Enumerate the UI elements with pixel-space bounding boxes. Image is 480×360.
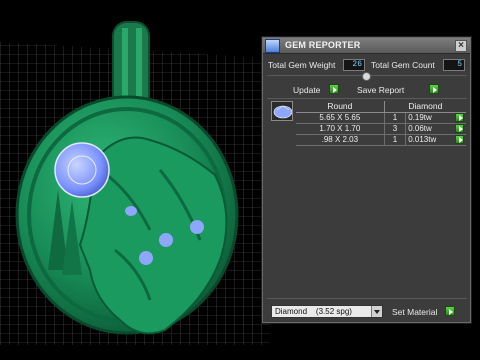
gem-size: .98 X 2.03 (296, 134, 385, 146)
total-gem-count-value: 5 (443, 59, 465, 71)
select-gem-button[interactable] (455, 123, 465, 133)
divider (267, 298, 467, 299)
gem-count: 3 (384, 123, 407, 135)
total-gem-weight-value: 26 (343, 59, 365, 71)
save-report-button[interactable] (429, 84, 439, 94)
gem-size: 5.65 X 5.65 (296, 112, 385, 124)
gem-reporter-panel: GEM REPORTER × Total Gem Weight 26 Total… (262, 37, 471, 323)
total-gem-weight-label: Total Gem Weight (268, 60, 336, 70)
panel-title: GEM REPORTER (285, 40, 361, 50)
select-gem-button[interactable] (455, 112, 465, 122)
column-header-shape: Round (296, 101, 385, 113)
update-button[interactable] (329, 84, 339, 94)
gem-thumbnail-icon (271, 101, 293, 121)
material-select[interactable]: Diamond (3.52 spg) (271, 305, 383, 318)
material-select-value: Diamond (3.52 spg) (275, 307, 352, 316)
divider (267, 98, 467, 99)
gem-count: 1 (384, 112, 407, 124)
total-gem-count-label: Total Gem Count (371, 60, 435, 70)
panel-titlebar[interactable]: GEM REPORTER × (263, 38, 470, 54)
set-material-label: Set Material (392, 307, 438, 317)
expand-handle-icon[interactable] (362, 72, 371, 81)
chevron-down-icon[interactable] (371, 306, 382, 317)
gem-reporter-icon (265, 39, 280, 53)
select-gem-button[interactable] (455, 134, 465, 144)
save-report-label: Save Report (357, 85, 405, 95)
gem-size: 1.70 X 1.70 (296, 123, 385, 135)
gem-weight: 0.013tw (405, 134, 454, 146)
table-row[interactable]: 1.70 X 1.70 3 0.06tw (296, 123, 466, 135)
close-icon[interactable]: × (455, 40, 467, 52)
gem-table: Round Diamond 5.65 X 5.65 1 0.19tw 1.70 … (296, 101, 466, 146)
update-label: Update (293, 85, 321, 95)
table-row[interactable]: 5.65 X 5.65 1 0.19tw (296, 112, 466, 124)
column-header-material: Diamond (384, 101, 466, 113)
set-material-button[interactable] (445, 306, 455, 316)
table-row[interactable]: .98 X 2.03 1 0.013tw (296, 134, 466, 146)
gem-count: 1 (384, 134, 407, 146)
gem-weight: 0.19tw (405, 112, 454, 124)
gem-weight: 0.06tw (405, 123, 454, 135)
